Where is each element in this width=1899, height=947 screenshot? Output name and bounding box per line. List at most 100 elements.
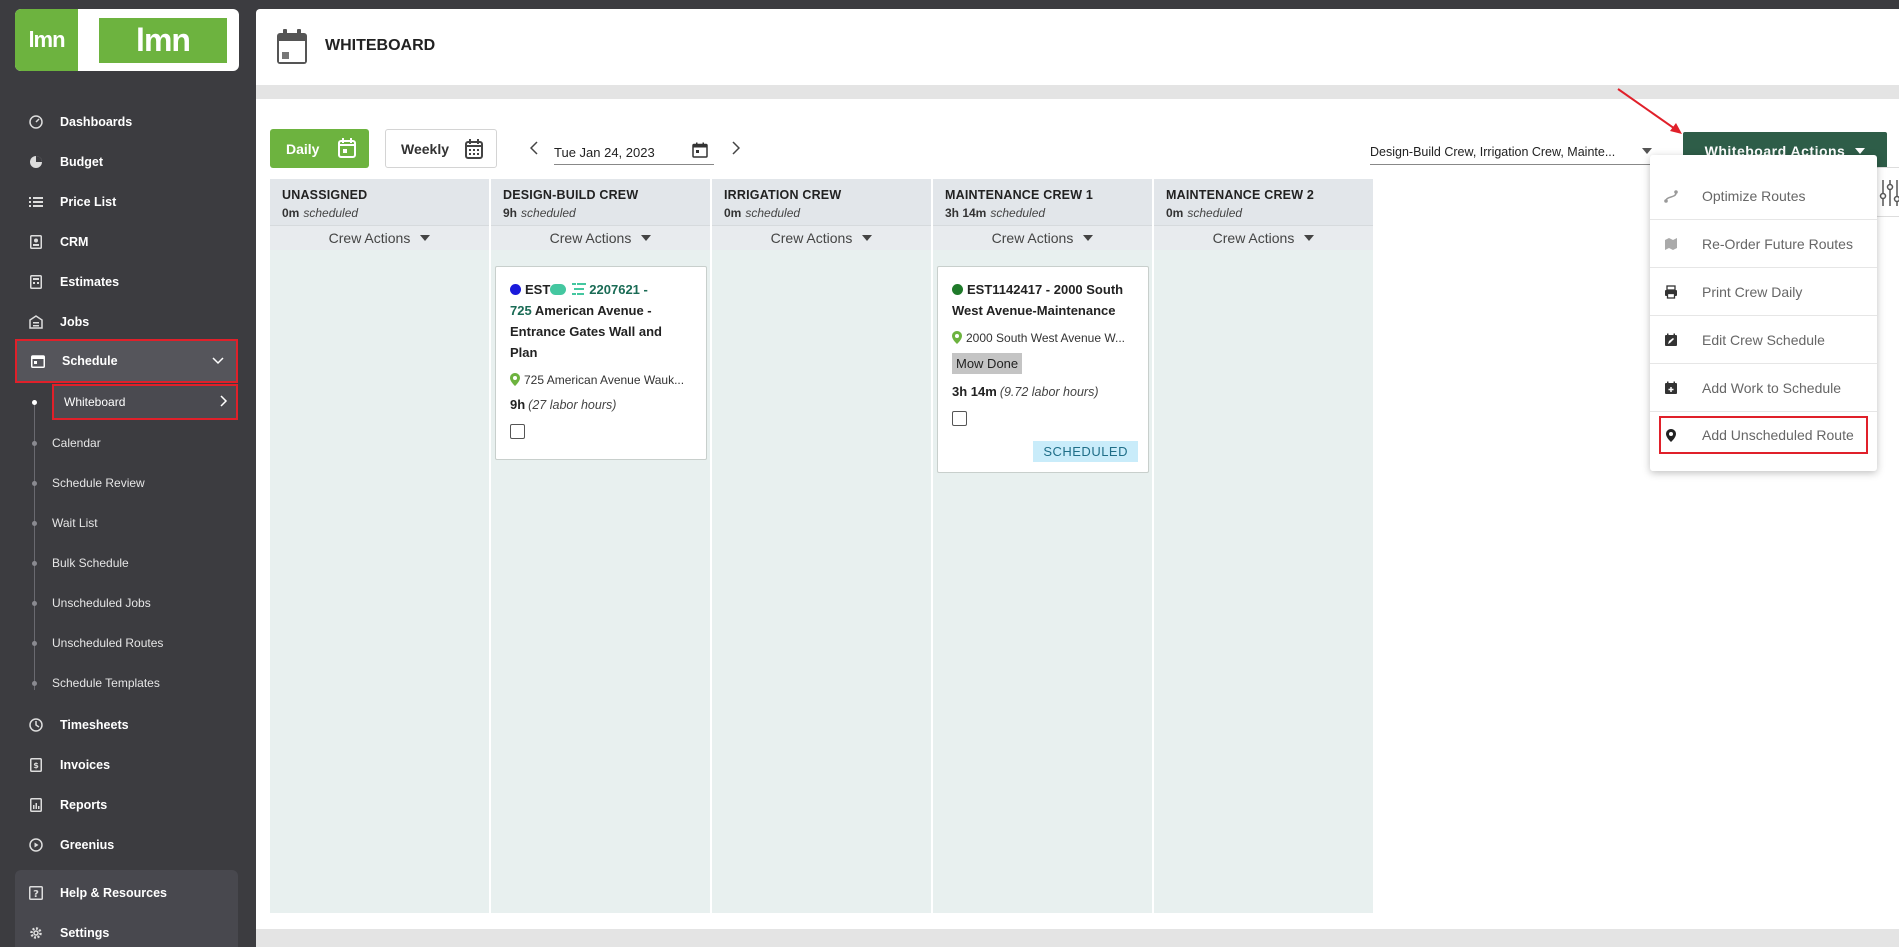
job-card[interactable]: EST 2207621 - 725 American Avenue - Entran… xyxy=(495,266,707,460)
job-checkbox[interactable] xyxy=(510,424,525,439)
date-picker[interactable]: Tue Jan 24, 2023 xyxy=(554,139,714,165)
bullet-icon xyxy=(32,640,37,646)
previous-day-button[interactable] xyxy=(526,137,542,159)
calendar-icon[interactable] xyxy=(692,142,708,158)
scheduled-label: scheduled xyxy=(521,206,576,220)
sidebar-subitem-label: Unscheduled Jobs xyxy=(52,596,151,610)
sidebar-subitem-schedule-templates[interactable]: Schedule Templates xyxy=(32,663,238,703)
scheduled-time: 0m xyxy=(1166,206,1184,220)
crew-actions-dropdown[interactable]: Crew Actions xyxy=(712,225,931,250)
sidebar-item-settings[interactable]: Settings xyxy=(15,913,238,947)
menu-item-add-work[interactable]: Add Work to Schedule xyxy=(1650,364,1877,412)
filter-settings-tab[interactable] xyxy=(1874,167,1899,217)
sidebar-subitem-label: Bulk Schedule xyxy=(52,556,129,570)
job-code: 2207621 - xyxy=(589,282,648,297)
daily-view-button[interactable]: Daily xyxy=(270,129,369,168)
sidebar-item-greenius[interactable]: Greenius xyxy=(15,825,238,865)
sidebar-subitem-calendar[interactable]: Calendar xyxy=(32,423,238,463)
sidebar-item-dashboards[interactable]: Dashboards xyxy=(15,102,238,142)
sidebar-subitem-unscheduled-routes[interactable]: Unscheduled Routes xyxy=(32,623,238,663)
calendar-plus-icon xyxy=(1664,381,1678,395)
menu-item-label: Re-Order Future Routes xyxy=(1702,235,1853,252)
column-header: MAINTENANCE CREW 1 3h 14m scheduled xyxy=(933,179,1152,225)
column-title: UNASSIGNED xyxy=(282,188,368,202)
printer-icon xyxy=(1664,284,1678,299)
sidebar-item-invoices[interactable]: $ Invoices xyxy=(15,745,238,785)
sidebar-subitem-label: Unscheduled Routes xyxy=(52,636,164,650)
calculator-icon xyxy=(28,274,44,290)
next-day-button[interactable] xyxy=(728,137,744,159)
sliders-icon xyxy=(1879,180,1899,206)
job-code-cont: 725 xyxy=(510,303,532,318)
invoice-icon: $ xyxy=(28,757,44,773)
crew-actions-dropdown[interactable]: Crew Actions xyxy=(491,225,710,250)
crew-actions-dropdown[interactable]: Crew Actions xyxy=(1154,225,1373,250)
bullet-icon xyxy=(32,680,37,686)
sidebar-item-help[interactable]: ? Help & Resources xyxy=(15,873,238,913)
logo-mark: lmn xyxy=(15,9,78,71)
sidebar-item-schedule[interactable]: Schedule xyxy=(15,339,238,383)
sidebar-item-label: Help & Resources xyxy=(60,886,167,900)
weekly-view-button[interactable]: Weekly xyxy=(385,129,497,168)
help-icon: ? xyxy=(28,885,44,901)
sidebar-subitem-schedule-review[interactable]: Schedule Review xyxy=(32,463,238,503)
scheduled-time: 3h 14m xyxy=(945,206,987,220)
crew-actions-dropdown[interactable]: Crew Actions xyxy=(933,225,1152,250)
sidebar-subitem-whiteboard[interactable]: Whiteboard xyxy=(32,384,238,420)
column-title: MAINTENANCE CREW 1 xyxy=(945,188,1094,202)
job-card[interactable]: EST1142417 - 2000 South West Avenue-Main… xyxy=(937,266,1149,473)
sidebar-item-label: Timesheets xyxy=(60,718,129,732)
annotation-arrow xyxy=(1617,88,1682,134)
job-hours: 3h 14m (9.72 labor hours) xyxy=(952,384,1134,399)
notes-lines-icon xyxy=(572,283,587,295)
crew-actions-label: Crew Actions xyxy=(770,230,853,246)
column-scheduled: 3h 14m scheduled xyxy=(945,206,1140,220)
sidebar-item-reports[interactable]: Reports xyxy=(15,785,238,825)
column-scheduled: 9h scheduled xyxy=(503,206,698,220)
chevron-right-icon xyxy=(732,141,740,155)
job-checkbox[interactable] xyxy=(952,411,967,426)
logo[interactable]: lmn lmn xyxy=(15,9,239,71)
job-prefix: EST xyxy=(525,282,551,297)
menu-item-edit-crew-schedule[interactable]: Edit Crew Schedule xyxy=(1650,316,1877,364)
menu-item-reorder-routes[interactable]: Re-Order Future Routes xyxy=(1650,220,1877,268)
sidebar-item-jobs[interactable]: Jobs xyxy=(15,302,238,342)
menu-item-print-crew-daily[interactable]: Print Crew Daily xyxy=(1650,268,1877,316)
status-badge: SCHEDULED xyxy=(1033,441,1138,462)
sidebar-subitem-wait-list[interactable]: Wait List xyxy=(32,503,238,543)
job-card-title[interactable]: EST1142417 - 2000 South West Avenue-Main… xyxy=(952,279,1134,321)
bullet-icon xyxy=(32,480,37,486)
crew-column-design-build: DESIGN-BUILD CREW 9h scheduled Crew Actio… xyxy=(491,179,710,913)
job-duration: 3h 14m xyxy=(952,384,997,399)
sidebar-item-price-list[interactable]: Price List xyxy=(15,182,238,222)
crew-actions-dropdown[interactable]: Crew Actions xyxy=(270,225,489,250)
sidebar-subitem-unscheduled-jobs[interactable]: Unscheduled Jobs xyxy=(32,583,238,623)
footer-band xyxy=(256,929,1899,947)
crew-column-maintenance-2: MAINTENANCE CREW 2 0m scheduled Crew Acti… xyxy=(1154,179,1373,913)
sidebar-item-label: Invoices xyxy=(60,758,111,772)
sidebar-item-estimates[interactable]: Estimates xyxy=(15,262,238,302)
crew-column-unassigned: UNASSIGNED 0m scheduled Crew Actions xyxy=(270,179,489,913)
menu-item-optimize-routes[interactable]: Optimize Routes xyxy=(1650,172,1877,220)
sidebar-item-label: Price List xyxy=(60,195,117,209)
job-title: EST1142417 - 2000 South West Avenue-Main… xyxy=(952,282,1124,318)
page-title: WHITEBOARD xyxy=(325,37,436,54)
sidebar: lmn lmn Dashboards Budget Price List CRM… xyxy=(0,0,255,947)
column-header: MAINTENANCE CREW 2 0m scheduled xyxy=(1154,179,1373,225)
crew-filter-select[interactable]: Design-Build Crew, Irrigation Crew, Main… xyxy=(1370,139,1660,165)
sidebar-item-budget[interactable]: Budget xyxy=(15,142,238,182)
crew-actions-label: Crew Actions xyxy=(991,230,1074,246)
calendar-icon xyxy=(338,138,356,158)
sidebar-item-crm[interactable]: CRM xyxy=(15,222,238,262)
weekly-label: Weekly xyxy=(401,140,449,157)
logo-wordmark: lmn xyxy=(99,18,227,63)
job-card-title[interactable]: EST 2207621 - 725 American Avenue - Entran… xyxy=(510,279,692,363)
sidebar-subitem-bulk-schedule[interactable]: Bulk Schedule xyxy=(32,543,238,583)
list-icon xyxy=(28,194,44,210)
scheduled-label: scheduled xyxy=(745,206,801,220)
clock-icon xyxy=(28,717,44,733)
svg-text:$: $ xyxy=(33,761,39,770)
sidebar-item-timesheets[interactable]: Timesheets xyxy=(15,705,238,745)
job-duration: 9h xyxy=(510,397,526,412)
menu-item-add-unscheduled-route[interactable]: Add Unscheduled Route xyxy=(1659,416,1868,454)
